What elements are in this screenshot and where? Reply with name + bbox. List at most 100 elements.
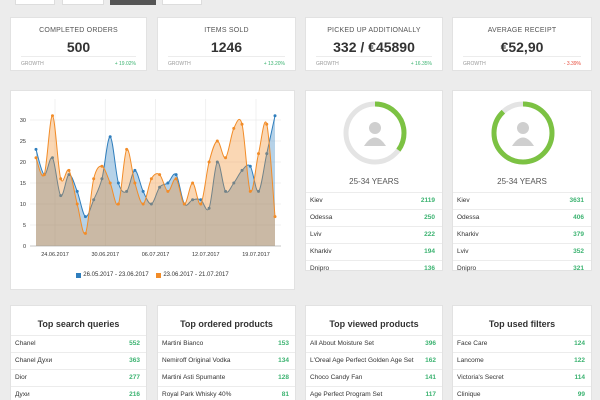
- age-group-label: 25-34 YEARS: [497, 177, 547, 186]
- list-item: Lviv 352: [453, 243, 591, 260]
- data-point: [42, 173, 46, 177]
- data-point: [199, 202, 203, 206]
- list-item[interactable]: Clinique 99: [453, 386, 591, 400]
- kpi-value: 500: [66, 39, 91, 55]
- item-name: Face Care: [457, 340, 488, 347]
- data-point: [83, 231, 87, 235]
- y-tick-label: 0: [23, 244, 26, 250]
- card-title: Top ordered products: [180, 319, 273, 329]
- data-point: [34, 147, 38, 151]
- data-point: [240, 122, 244, 126]
- y-tick-label: 25: [20, 139, 26, 145]
- growth-value: + 13.20%: [263, 61, 285, 67]
- item-value: 114: [574, 374, 586, 381]
- item-value: 141: [425, 374, 436, 381]
- item-name: Clinique: [457, 391, 481, 398]
- demographics-card-1: 25-34 YEARS Kiev 2119 Odessa 250 Lviv 222 K…: [305, 90, 443, 272]
- list-item[interactable]: Martini Bianco 153: [158, 335, 295, 352]
- list-item[interactable]: Face Care 124: [453, 335, 591, 352]
- growth-label: GROWTH: [168, 61, 191, 67]
- list-item[interactable]: Victoria's Secret 114: [453, 369, 591, 386]
- list-item[interactable]: Духи 216: [11, 386, 146, 400]
- growth-label: GROWTH: [316, 61, 339, 67]
- x-tick-label: 19.07.2017: [242, 252, 270, 258]
- data-point: [182, 202, 186, 206]
- legend-label: 26.05.2017 - 23.06.2017: [83, 272, 149, 278]
- data-point: [125, 147, 129, 151]
- data-point: [59, 177, 63, 181]
- user-icon-body: [364, 137, 386, 146]
- legend-swatch-orange: [156, 272, 162, 278]
- legend-item-2[interactable]: 23.06.2017 - 21.07.2017: [156, 272, 229, 278]
- city-name: Kiev: [310, 197, 323, 204]
- item-value: 124: [574, 340, 585, 347]
- data-point: [75, 202, 79, 206]
- list-item[interactable]: Dior 277: [11, 369, 146, 386]
- list-item: Dnipro 321: [453, 260, 591, 277]
- list-item[interactable]: All About Moisture Set 396: [306, 335, 442, 352]
- item-name: Martini Asti Spumante: [162, 374, 226, 381]
- data-point: [34, 156, 38, 160]
- data-point: [92, 177, 96, 181]
- list-item: Kiev 3631: [453, 192, 591, 209]
- city-value: 250: [424, 214, 435, 221]
- item-value: 122: [574, 357, 585, 364]
- data-point: [215, 139, 219, 143]
- list-item[interactable]: Age Perfect Program Set 117: [306, 386, 442, 400]
- kpi-card-items-sold: ITEMS SOLD 1246 GROWTH + 13.20%: [157, 17, 296, 71]
- toolbar-button-active[interactable]: [110, 0, 156, 5]
- legend-item-1[interactable]: 26.05.2017 - 23.06.2017: [76, 272, 149, 278]
- age-group-label: 25-34 YEARS: [349, 177, 399, 186]
- data-point: [158, 173, 162, 177]
- list-item[interactable]: L'Oreal Age Perfect Golden Age Set 162: [306, 352, 442, 369]
- list-item: Dnipro 136: [306, 260, 442, 277]
- list-item[interactable]: Chanel Духи 363: [11, 352, 146, 369]
- data-point: [83, 215, 87, 219]
- item-value: 99: [577, 391, 585, 398]
- x-tick-label: 24.06.2017: [41, 252, 69, 258]
- age-donut-chart: [343, 101, 407, 165]
- list-item[interactable]: Chanel 552: [11, 335, 146, 352]
- kpi-card-completed-orders: COMPLETED ORDERS 500 GROWTH + 19.02%: [10, 17, 147, 71]
- card-title: Top viewed products: [329, 319, 419, 329]
- data-point: [75, 189, 79, 193]
- data-point: [248, 189, 252, 193]
- list-item: Kharkiv 379: [453, 226, 591, 243]
- data-point: [141, 202, 145, 206]
- item-value: 396: [425, 340, 436, 347]
- data-point: [149, 177, 153, 181]
- item-name: Chanel: [15, 340, 36, 347]
- toolbar-button[interactable]: [162, 0, 202, 5]
- data-point: [232, 126, 236, 130]
- x-tick-label: 30.06.2017: [91, 252, 119, 258]
- top-list: Martini Bianco 153 Nemiroff Original Vodk…: [158, 335, 295, 400]
- toolbar-button[interactable]: [15, 0, 55, 5]
- list-item[interactable]: Martini Asti Spumante 128: [158, 369, 295, 386]
- city-name: Kiev: [457, 197, 470, 204]
- area-chart: 0 5 10 15 20 25 30 24.06.2017 30.06.2017 06.07.20…: [20, 99, 281, 258]
- item-name: Age Perfect Program Set: [310, 391, 383, 398]
- toolbar-button[interactable]: [62, 0, 104, 5]
- card-title: Top used filters: [488, 319, 556, 329]
- city-name: Odessa: [457, 214, 480, 221]
- data-point: [116, 202, 120, 206]
- legend-label: 23.06.2017 - 21.07.2017: [163, 272, 229, 278]
- city-name: Odessa: [310, 214, 333, 221]
- top-list: Chanel 552 Chanel Духи 363 Dior 277 Духи 216: [11, 335, 146, 400]
- list-item[interactable]: Royal Park Whisky 40% 81: [158, 386, 295, 400]
- list-item[interactable]: Nemiroff Original Vodka 134: [158, 352, 295, 369]
- data-point: [166, 181, 170, 185]
- top-used-filters-card: Top used filters Face Care 124 Lancome 122…: [452, 305, 592, 400]
- kpi-value: 1246: [210, 39, 243, 55]
- x-tick-label: 06.07.2017: [142, 252, 170, 258]
- kpi-title: COMPLETED ORDERS: [39, 27, 118, 34]
- city-value: 406: [573, 214, 584, 221]
- list-item[interactable]: Choco Candy Fan 141: [306, 369, 442, 386]
- growth-label: GROWTH: [463, 61, 486, 67]
- data-point: [224, 156, 228, 160]
- list-item[interactable]: Lancome 122: [453, 352, 591, 369]
- city-value: 222: [424, 231, 435, 238]
- city-name: Kharkiv: [457, 231, 479, 238]
- kpi-title: AVERAGE RECEIPT: [487, 27, 557, 34]
- item-value: 216: [129, 391, 140, 398]
